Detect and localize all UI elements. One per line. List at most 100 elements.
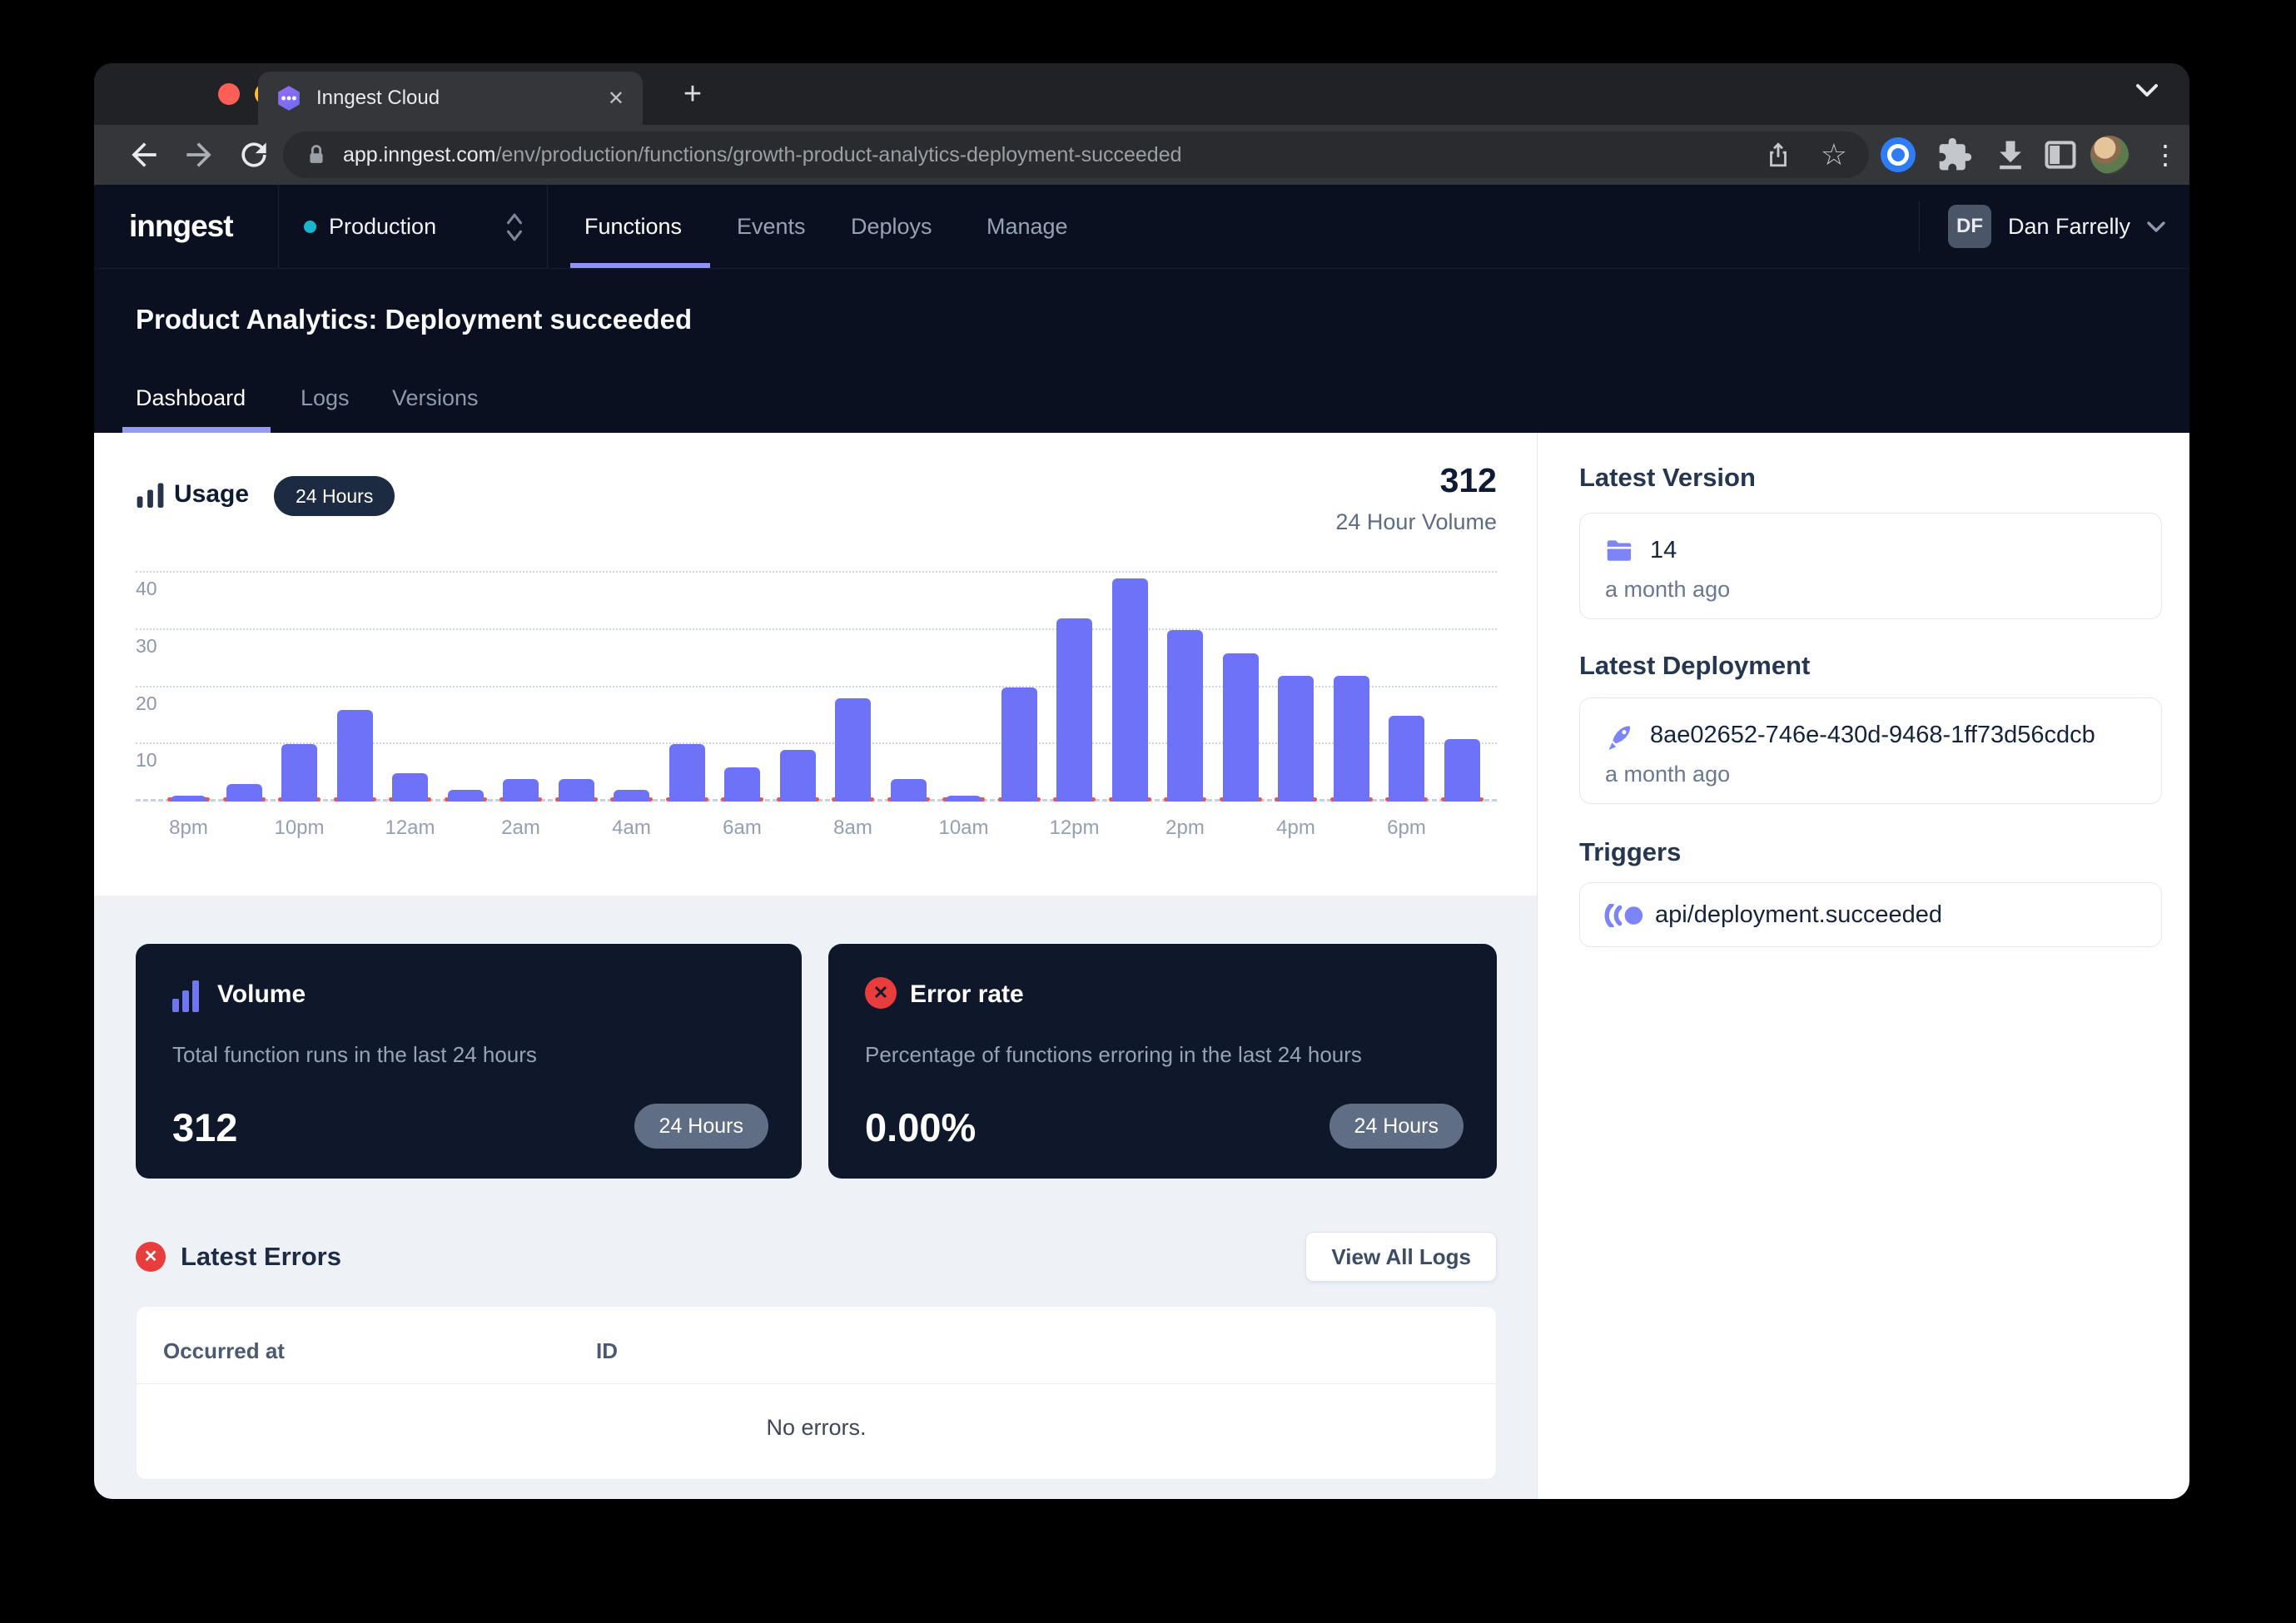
- usage-bar[interactable]: [1334, 676, 1369, 802]
- usage-bar[interactable]: [1278, 676, 1314, 802]
- volume-description: Total function runs in the last 24 hours: [172, 1042, 537, 1068]
- x-axis-tick-label: 6pm: [1369, 816, 1444, 840]
- event-trigger-icon: [1603, 904, 1643, 927]
- nav-functions[interactable]: Functions: [584, 185, 682, 268]
- side-panel-icon[interactable]: [2042, 136, 2079, 173]
- error-rate-card: ✕ Error rate Percentage of functions err…: [828, 944, 1497, 1179]
- usage-bar[interactable]: [226, 784, 262, 802]
- usage-bar[interactable]: [835, 698, 871, 802]
- environment-selector[interactable]: Production: [329, 185, 436, 268]
- tab-title: Inngest Cloud: [316, 87, 608, 110]
- usage-bar[interactable]: [1056, 618, 1092, 802]
- usage-range-badge[interactable]: 24 Hours: [274, 476, 395, 516]
- chart-gridline: [136, 571, 1497, 573]
- url-host: app.inngest.com: [343, 143, 495, 166]
- column-id: ID: [596, 1338, 618, 1364]
- latest-version-heading: Latest Version: [1579, 463, 1756, 493]
- latest-errors-x-icon: ✕: [136, 1242, 166, 1272]
- nav-deploys[interactable]: Deploys: [851, 185, 932, 268]
- usage-volume-value: 312: [1440, 461, 1497, 500]
- divider: [1919, 201, 1920, 251]
- browser-tab-active[interactable]: Inngest Cloud ✕: [258, 72, 643, 125]
- y-axis-tick-label: 30: [136, 635, 157, 658]
- usage-bar[interactable]: [1223, 653, 1259, 802]
- tab-dashboard[interactable]: Dashboard: [136, 385, 246, 411]
- usage-bar[interactable]: [1167, 630, 1203, 802]
- user-menu-chevron-icon[interactable]: [2145, 220, 2167, 234]
- environment-status-dot: [304, 221, 316, 233]
- volume-title: Volume: [217, 980, 306, 1009]
- view-all-logs-button[interactable]: View All Logs: [1305, 1232, 1497, 1282]
- volume-bars-icon: [172, 980, 202, 1012]
- no-errors-message: No errors.: [137, 1415, 1496, 1441]
- volume-range-pill[interactable]: 24 Hours: [634, 1104, 768, 1149]
- usage-bar[interactable]: [724, 767, 760, 802]
- onepassword-extension-icon[interactable]: [1881, 137, 1916, 172]
- tab-search-chevron-icon[interactable]: [2133, 82, 2161, 100]
- user-avatar[interactable]: DF: [1948, 205, 1991, 248]
- usage-bar[interactable]: [171, 796, 206, 802]
- app-header: inngest Production Functions Events Depl…: [94, 185, 2189, 269]
- address-bar[interactable]: app.inngest.com/env/production/functions…: [283, 132, 1869, 178]
- nav-manage[interactable]: Manage: [986, 185, 1068, 268]
- usage-bar[interactable]: [614, 790, 649, 802]
- usage-bar[interactable]: [1389, 716, 1424, 802]
- nav-events[interactable]: Events: [737, 185, 806, 268]
- environment-updown-icon[interactable]: [505, 212, 524, 242]
- page-title: Product Analytics: Deployment succeeded: [136, 304, 692, 335]
- share-icon[interactable]: [1764, 139, 1792, 171]
- y-axis-tick-label: 40: [136, 578, 157, 600]
- bookmark-star-icon[interactable]: ☆: [1821, 136, 1847, 173]
- usage-bar[interactable]: [669, 744, 705, 802]
- latest-deployment-card[interactable]: 8ae02652-746e-430d-9468-1ff73d56cdcb a m…: [1579, 697, 2162, 804]
- usage-bar[interactable]: [1444, 739, 1480, 802]
- usage-bar[interactable]: [337, 710, 373, 802]
- latest-deployment-value: 8ae02652-746e-430d-9468-1ff73d56cdcb: [1650, 722, 2095, 749]
- usage-bar[interactable]: [559, 779, 594, 802]
- usage-bar[interactable]: [946, 796, 982, 802]
- trigger-card[interactable]: api/deployment.succeeded: [1579, 882, 2162, 947]
- usage-bar[interactable]: [503, 779, 539, 802]
- usage-bar[interactable]: [1112, 578, 1148, 802]
- inngest-logo[interactable]: inngest: [129, 185, 233, 268]
- x-axis-tick-label: 4am: [594, 816, 669, 840]
- x-axis-tick-label: 2am: [484, 816, 559, 840]
- usage-bar[interactable]: [392, 773, 428, 802]
- usage-bar[interactable]: [448, 790, 484, 802]
- x-axis-tick-label: 8pm: [152, 816, 226, 840]
- tab-active-underline: [122, 427, 271, 433]
- reload-icon[interactable]: [236, 136, 272, 173]
- browser-tabstrip: Inngest Cloud ✕ +: [94, 63, 2189, 125]
- usage-bar[interactable]: [1001, 687, 1037, 802]
- extensions-puzzle-icon[interactable]: [1936, 136, 1973, 173]
- usage-bar[interactable]: [891, 779, 927, 802]
- inngest-favicon-icon: [276, 85, 301, 112]
- tab-versions[interactable]: Versions: [392, 385, 479, 411]
- tab-close-icon[interactable]: ✕: [608, 87, 624, 111]
- browser-profile-avatar[interactable]: [2090, 136, 2129, 174]
- browser-menu-icon[interactable]: ⋮: [2147, 136, 2184, 173]
- triggers-heading: Triggers: [1579, 837, 1681, 867]
- latest-version-card[interactable]: 14 a month ago: [1579, 513, 2162, 619]
- browser-toolbar: app.inngest.com/env/production/functions…: [94, 125, 2189, 185]
- details-sidebar: Latest Version 14 a month ago Latest Dep…: [1537, 433, 2189, 1499]
- download-icon[interactable]: [1992, 136, 2029, 173]
- back-icon[interactable]: [126, 136, 162, 173]
- user-name[interactable]: Dan Farrelly: [2008, 185, 2130, 268]
- y-axis-tick-label: 20: [136, 692, 157, 715]
- forward-icon[interactable]: [181, 136, 217, 173]
- divider: [547, 185, 548, 268]
- usage-bar[interactable]: [780, 750, 816, 802]
- latest-deployment-time: a month ago: [1605, 762, 1730, 787]
- tab-logs[interactable]: Logs: [301, 385, 350, 411]
- error-rate-range-pill[interactable]: 24 Hours: [1329, 1104, 1464, 1149]
- error-circle-x-icon: ✕: [865, 977, 897, 1009]
- error-rate-title: Error rate: [910, 980, 1024, 1009]
- x-axis-tick-label: 4pm: [1259, 816, 1334, 840]
- traffic-close-button[interactable]: [218, 83, 240, 105]
- new-tab-button[interactable]: +: [671, 75, 714, 115]
- lock-icon: [305, 142, 328, 167]
- volume-card: Volume Total function runs in the last 2…: [136, 944, 802, 1179]
- url-path: /env/production/functions/growth-product…: [495, 143, 1181, 166]
- usage-bar[interactable]: [281, 744, 317, 802]
